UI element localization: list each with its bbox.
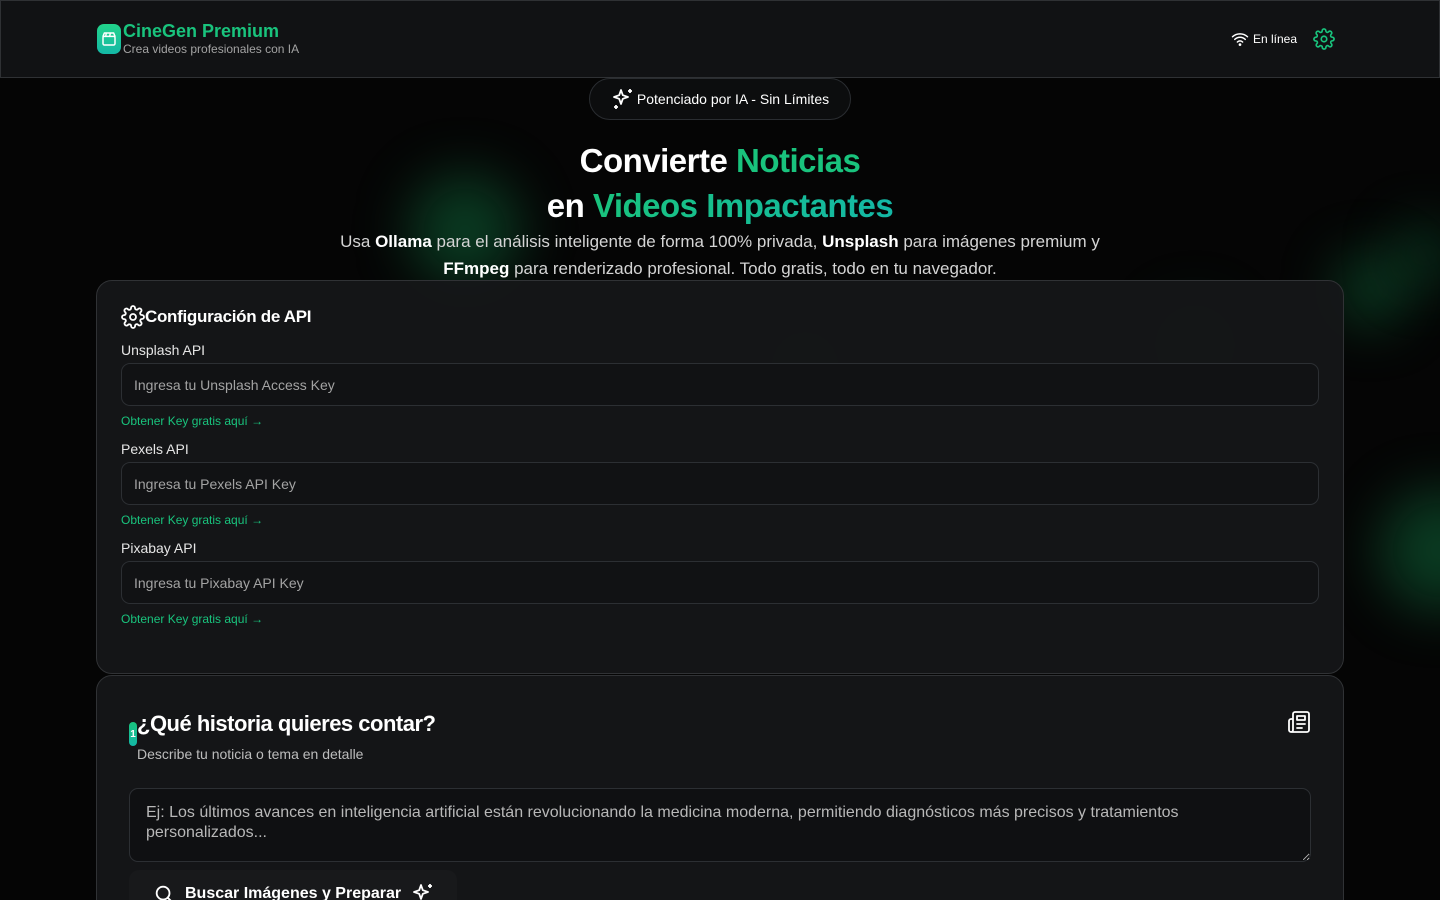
pexels-label: Pexels API bbox=[121, 441, 189, 457]
clapperboard-icon bbox=[97, 24, 121, 54]
story-title: ¿Qué historia quieres contar? bbox=[137, 711, 436, 736]
step-indicator: 1 bbox=[129, 722, 137, 746]
hero-title-accent: Noticias bbox=[736, 142, 861, 179]
hero-title-accent-2: Videos Impactantes bbox=[592, 187, 894, 224]
ai-badge: Potenciado por IA - Sin Límites bbox=[589, 78, 851, 120]
gear-icon[interactable] bbox=[1313, 28, 1335, 50]
app-title: CineGen Premium bbox=[123, 21, 280, 41]
pixabay-get-key-link[interactable]: Obtener Key gratis aquí → bbox=[121, 612, 1319, 626]
hero-title: Convierte Noticias en Videos Impactantes bbox=[0, 138, 1440, 228]
sparkles-icon bbox=[611, 87, 635, 111]
unsplash-field-group: Unsplash API Obtener Key gratis aquí → bbox=[121, 341, 1319, 428]
unsplash-key-input[interactable] bbox=[121, 363, 1319, 406]
unsplash-label: Unsplash API bbox=[121, 342, 206, 358]
story-subtitle: Describe tu noticia o tema en detalle bbox=[137, 746, 364, 762]
gear-icon bbox=[121, 305, 145, 329]
api-config-card: Configuración de API Unsplash API Obtene… bbox=[96, 280, 1344, 674]
pexels-key-input[interactable] bbox=[121, 462, 1319, 505]
unsplash-get-key-link[interactable]: Obtener Key gratis aquí → bbox=[121, 414, 1319, 428]
wifi-icon bbox=[1229, 30, 1251, 48]
app-subtitle: Crea videos profesionales con IA bbox=[123, 42, 300, 56]
pexels-get-key-link[interactable]: Obtener Key gratis aquí → bbox=[121, 513, 1319, 527]
search-images-button[interactable]: Buscar Imágenes y Preparar bbox=[129, 870, 457, 900]
brand[interactable]: CineGen Premium Crea videos profesionale… bbox=[97, 21, 299, 57]
status-label: En línea bbox=[1252, 32, 1297, 46]
connection-status: En línea bbox=[1229, 30, 1297, 48]
api-config-title-text: Configuración de API bbox=[145, 307, 312, 326]
hero-title-plain-2: en bbox=[546, 187, 593, 224]
badge-label: Potenciado por IA - Sin Límites bbox=[636, 91, 830, 107]
search-button-label: Buscar Imágenes y Preparar bbox=[185, 885, 402, 900]
api-config-title: Configuración de API bbox=[121, 305, 1319, 329]
search-icon bbox=[153, 883, 175, 900]
pixabay-key-input[interactable] bbox=[121, 561, 1319, 604]
pexels-field-group: Pexels API Obtener Key gratis aquí → bbox=[121, 440, 1319, 527]
pixabay-label: Pixabay API bbox=[121, 540, 197, 556]
story-textarea[interactable] bbox=[129, 788, 1311, 862]
hero-title-plain: Convierte bbox=[579, 142, 736, 179]
hero: Convierte Noticias en Videos Impactantes… bbox=[0, 138, 1440, 282]
pixabay-field-group: Pixabay API Obtener Key gratis aquí → bbox=[121, 539, 1319, 626]
hero-description: Usa Ollama para el análisis inteligente … bbox=[340, 232, 1100, 278]
story-card: 1 ¿Qué historia quieres contar? Describe… bbox=[96, 675, 1344, 900]
newspaper-icon bbox=[1287, 710, 1311, 734]
sparkles-icon bbox=[411, 882, 435, 900]
app-header: CineGen Premium Crea videos profesionale… bbox=[0, 0, 1440, 78]
